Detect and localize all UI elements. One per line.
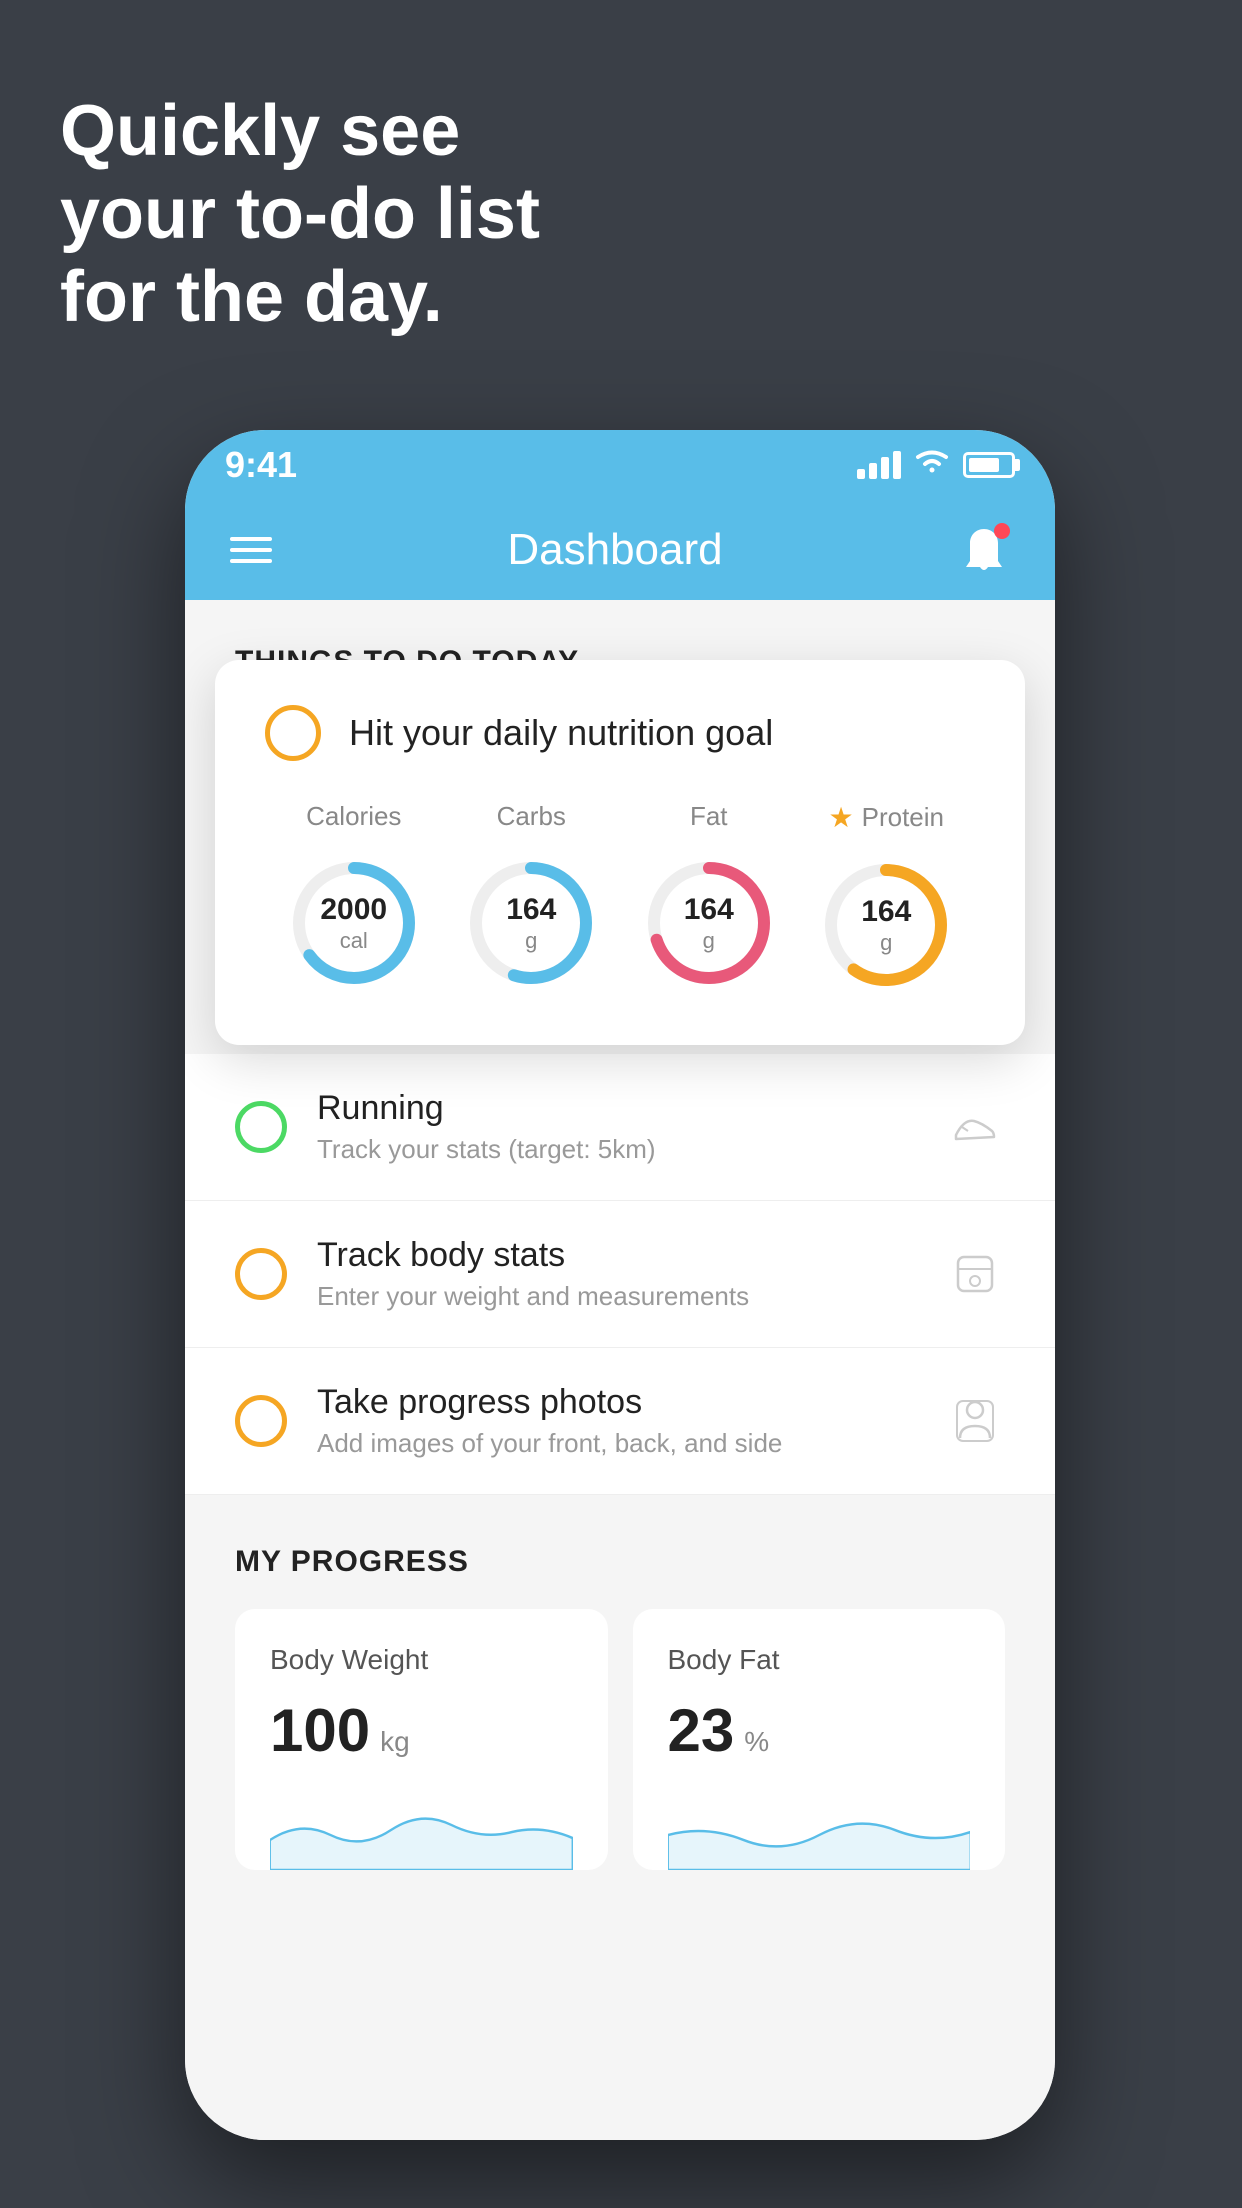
progress-chart — [668, 1790, 971, 1870]
donut-chart: 164 g — [811, 850, 961, 1000]
app-title: Dashboard — [507, 525, 722, 575]
progress-card[interactable]: Body Fat 23 % — [633, 1609, 1006, 1870]
todo-item[interactable]: Running Track your stats (target: 5km) — [185, 1054, 1055, 1201]
donut-chart: 2000 cal — [279, 848, 429, 998]
hero-line2: your to-do list — [60, 173, 540, 256]
todo-subtitle: Enter your weight and measurements — [317, 1281, 915, 1312]
status-icons — [857, 448, 1015, 483]
todo-icon — [945, 1391, 1005, 1451]
bell-icon[interactable] — [958, 523, 1010, 577]
todo-title: Track body stats — [317, 1236, 915, 1275]
macro-item: Fat 164 g — [634, 801, 784, 998]
todo-title: Take progress photos — [317, 1383, 915, 1422]
progress-section: MY PROGRESS Body Weight 100 kg Body Fat … — [185, 1495, 1055, 1910]
status-time: 9:41 — [225, 444, 297, 486]
donut-value: 164 g — [684, 892, 734, 954]
nutrition-checkbox[interactable] — [265, 705, 321, 761]
todo-text-block: Track body stats Enter your weight and m… — [317, 1236, 915, 1312]
todo-subtitle: Track your stats (target: 5km) — [317, 1134, 915, 1165]
todo-icon — [945, 1244, 1005, 1304]
todo-item[interactable]: Track body stats Enter your weight and m… — [185, 1201, 1055, 1348]
progress-unit: % — [744, 1726, 769, 1758]
macro-label: ★Protein — [829, 801, 945, 834]
progress-value-row: 23 % — [668, 1696, 971, 1765]
phone-mockup: 9:41 — [185, 430, 1055, 2140]
todo-item[interactable]: Take progress photos Add images of your … — [185, 1348, 1055, 1495]
todo-text-block: Running Track your stats (target: 5km) — [317, 1089, 915, 1165]
hero-text: Quickly see your to-do list for the day. — [60, 90, 540, 338]
battery-icon — [963, 452, 1015, 478]
progress-cards: Body Weight 100 kg Body Fat 23 % — [235, 1609, 1005, 1870]
status-bar: 9:41 — [185, 430, 1055, 500]
nutrition-macros: Calories 2000 cal Carbs 164 g Fat — [265, 801, 975, 1000]
hamburger-icon[interactable] — [230, 537, 272, 563]
app-header: Dashboard — [185, 500, 1055, 600]
macro-label: Calories — [306, 801, 401, 832]
progress-value: 100 — [270, 1696, 370, 1765]
todo-icon — [945, 1097, 1005, 1157]
progress-value-row: 100 kg — [270, 1696, 573, 1765]
wifi-icon — [913, 448, 951, 483]
macro-item: ★Protein 164 g — [811, 801, 961, 1000]
progress-card-title: Body Fat — [668, 1644, 971, 1676]
macro-label: Fat — [690, 801, 728, 832]
donut-value: 164 g — [861, 894, 911, 956]
nutrition-title: Hit your daily nutrition goal — [349, 712, 773, 754]
donut-value: 164 g — [506, 892, 556, 954]
nutrition-card: Hit your daily nutrition goal Calories 2… — [215, 660, 1025, 1045]
todo-text-block: Take progress photos Add images of your … — [317, 1383, 915, 1459]
todo-checkbox[interactable] — [235, 1101, 287, 1153]
progress-chart — [270, 1790, 573, 1870]
donut-chart: 164 g — [456, 848, 606, 998]
progress-title: MY PROGRESS — [235, 1545, 1005, 1579]
todo-checkbox[interactable] — [235, 1395, 287, 1447]
nutrition-header: Hit your daily nutrition goal — [265, 705, 975, 761]
progress-card-title: Body Weight — [270, 1644, 573, 1676]
donut-value: 2000 cal — [320, 892, 387, 954]
todo-subtitle: Add images of your front, back, and side — [317, 1428, 915, 1459]
progress-unit: kg — [380, 1726, 410, 1758]
app-content: THINGS TO DO TODAY Hit your daily nutrit… — [185, 600, 1055, 2140]
todo-checkbox[interactable] — [235, 1248, 287, 1300]
todo-list: Running Track your stats (target: 5km) T… — [185, 1054, 1055, 1495]
progress-value: 23 — [668, 1696, 735, 1765]
todo-title: Running — [317, 1089, 915, 1128]
macro-item: Carbs 164 g — [456, 801, 606, 998]
hero-line3: for the day. — [60, 256, 540, 339]
donut-chart: 164 g — [634, 848, 784, 998]
hero-line1: Quickly see — [60, 90, 540, 173]
macro-item: Calories 2000 cal — [279, 801, 429, 998]
macro-label: Carbs — [497, 801, 566, 832]
progress-card[interactable]: Body Weight 100 kg — [235, 1609, 608, 1870]
signal-icon — [857, 451, 901, 479]
